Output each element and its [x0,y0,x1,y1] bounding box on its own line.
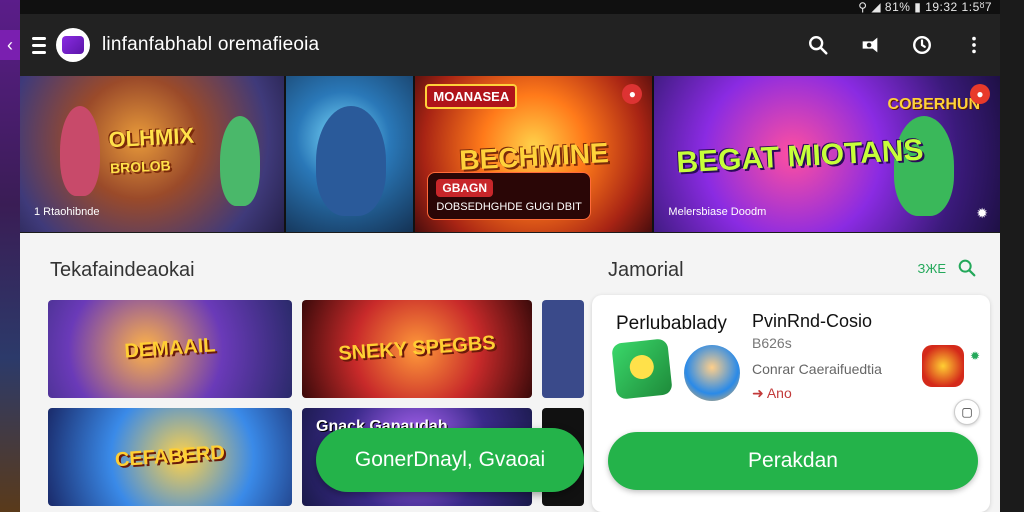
see-all-link[interactable]: ЗЖЕ [917,261,946,276]
status-bar: ⚲ ◢ 81% ▮ 19:32 1:5ᴽ7 [20,0,1000,14]
card-subtitle: B626s [752,335,792,351]
promo-title: GBAGN [436,179,494,197]
banner-title: OLHMIX BROLOB [108,123,196,179]
character-art [315,106,386,216]
search-icon[interactable] [956,257,980,281]
game-thumb[interactable] [542,300,584,398]
more-vert-icon[interactable] [948,14,1000,76]
side-card-left[interactable]: ‹ [0,0,20,512]
banner-2[interactable] [285,76,414,232]
thumb-title: SNEKY SPEGBS [337,332,497,365]
game-thumb[interactable]: DEMAAIL [48,300,292,398]
character-art [220,116,260,206]
banner-caption: 1 Rtaohibnde [34,206,100,218]
copy-icon[interactable]: ▢ [954,399,980,425]
cta-button[interactable]: GonerDnayl, Gvaoai [316,428,584,492]
banner-4[interactable]: COBERHUN BEGAT MIOTANS ● Melersbiase Doo… [654,76,1000,232]
history-icon[interactable] [896,14,948,76]
app-title: linfanfabhabl oremafieoia [102,34,320,55]
banner-caption: Melersbiase Doodm [668,206,767,218]
app-bar: linfanfabhabl oremafieoia [20,14,1000,76]
banner-tag: COBERHUN [887,96,980,113]
back-icon[interactable]: ‹ [0,30,20,60]
promo-text: DOBSEDHGHDE GUGI DBIT [436,201,582,213]
character-art [60,106,100,196]
section-title: Tekafaindeaokai [50,259,195,281]
side-card-right [1000,0,1024,512]
menu-icon[interactable] [32,34,54,56]
share-icon[interactable] [844,14,896,76]
banner-title: BEGAT MIOTANS [675,133,924,180]
close-icon[interactable]: ● [970,84,990,104]
banner-tag: MOANASEA [425,84,518,109]
app-icon [684,345,740,401]
app-icon [611,338,673,400]
banner-carousel: OLHMIX BROLOB 1 Rtaohibnde MOANASEA ● BEC… [20,76,1000,232]
close-icon[interactable]: ● [622,84,643,104]
banner-title-text: OLHMIX [107,122,195,153]
detail-section: Jamorial ЗЖЕ Perlubablady PvinRnd-Cosio … [584,233,1000,512]
section-title: Jamorial [608,259,684,281]
banner-subtitle: BROLOB [109,156,172,177]
game-thumb[interactable]: SNEKY SPEGBS [302,300,532,398]
search-icon[interactable] [792,14,844,76]
install-button[interactable]: Perakdan [608,432,978,490]
featured-section: Tekafaindeaokai DEMAAIL SNEKY SPEGBS CEF… [20,233,584,512]
card-meta: ➜ Ano [752,385,792,401]
app-logo [56,28,90,62]
app-card[interactable]: Perlubablady PvinRnd-Cosio B626s Conrar … [592,295,990,512]
banner-1[interactable]: OLHMIX BROLOB 1 Rtaohibnde [20,76,284,232]
banner-promo[interactable]: GBAGN DOBSEDHGHDE GUGI DBIT [427,172,591,220]
thumb-title: DEMAAIL [123,334,217,363]
gear-icon: ✹ [970,349,981,363]
banner-3[interactable]: MOANASEA ● BECHMINE GBAGN DOBSEDHGHDE GU… [415,76,653,232]
gear-icon[interactable]: ✹ [976,205,988,222]
thumb-title: CEFABERD [114,441,226,472]
card-app-name: PvinRnd-Cosio [752,311,873,331]
app-screen: ‹ ⚲ ◢ 81% ▮ 19:32 1:5ᴽ7 linfanfabhabl or… [0,0,1024,512]
card-title: Perlubablady [616,313,727,334]
game-thumb[interactable]: CEFABERD [48,408,292,506]
app-icon [922,345,964,387]
card-description: Conrar Caeraifuedtia [752,361,882,377]
